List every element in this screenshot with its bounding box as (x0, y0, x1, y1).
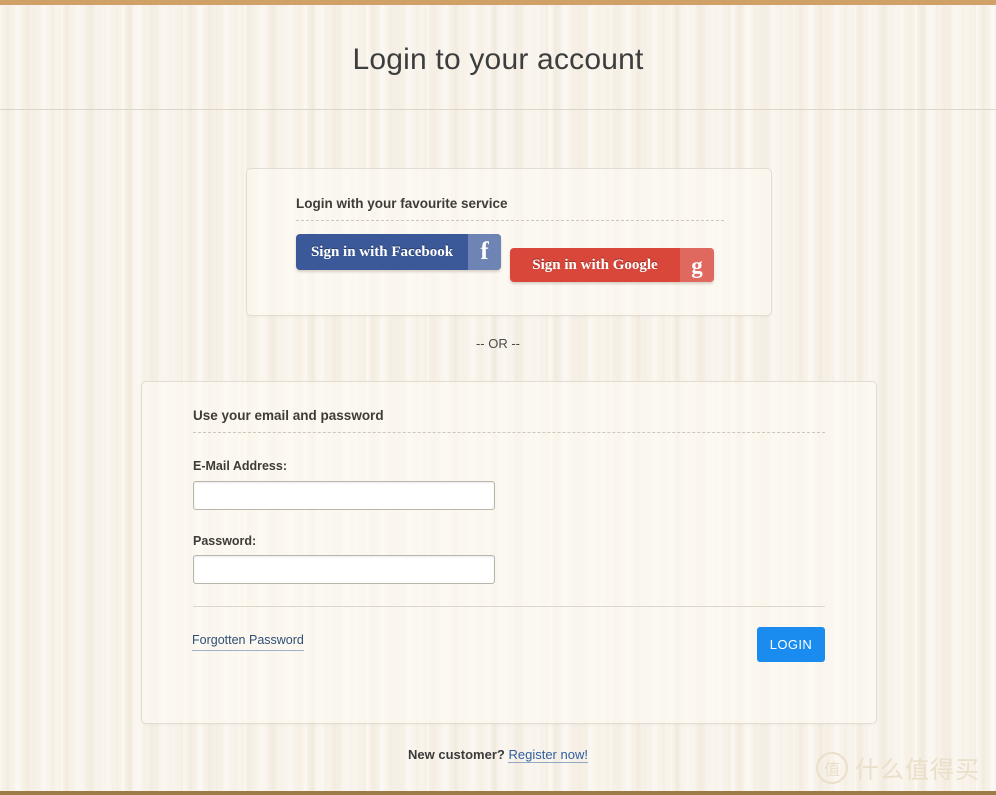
new-customer-text: New customer? (408, 747, 505, 762)
password-field[interactable] (193, 555, 495, 584)
page-header: Login to your account (0, 5, 996, 110)
footer-register-row: New customer? Register now! (0, 747, 996, 763)
top-accent-bar (0, 0, 996, 5)
credentials-panel: Use your email and password E-Mail Addre… (141, 381, 877, 724)
register-now-link[interactable]: Register now! (508, 747, 588, 763)
sign-in-with-facebook-button[interactable]: Sign in with Facebook f (296, 234, 501, 270)
page-title: Login to your account (352, 43, 644, 76)
email-label: E-Mail Address: (193, 459, 288, 473)
password-label: Password: (193, 534, 257, 548)
facebook-button-label: Sign in with Facebook (310, 244, 454, 260)
bottom-accent-bar (0, 791, 996, 795)
credentials-section-divider (193, 432, 825, 433)
sign-in-with-google-button[interactable]: Sign in with Google g (510, 248, 714, 282)
credentials-section-heading: Use your email and password (193, 408, 384, 423)
forgotten-password-link[interactable]: Forgotten Password (192, 633, 304, 651)
login-button[interactable]: LOGIN (757, 627, 825, 662)
form-actions-divider (193, 606, 825, 607)
or-separator: -- OR -- (475, 336, 521, 351)
social-section-heading: Login with your favourite service (296, 196, 508, 211)
social-section-divider (296, 220, 724, 221)
google-button-label: Sign in with Google (532, 257, 658, 273)
facebook-f-glyph: f (480, 237, 489, 265)
email-field[interactable] (193, 481, 495, 510)
facebook-f-icon: f (468, 234, 501, 270)
google-g-icon: g (680, 248, 714, 282)
google-g-glyph: g (691, 252, 703, 278)
